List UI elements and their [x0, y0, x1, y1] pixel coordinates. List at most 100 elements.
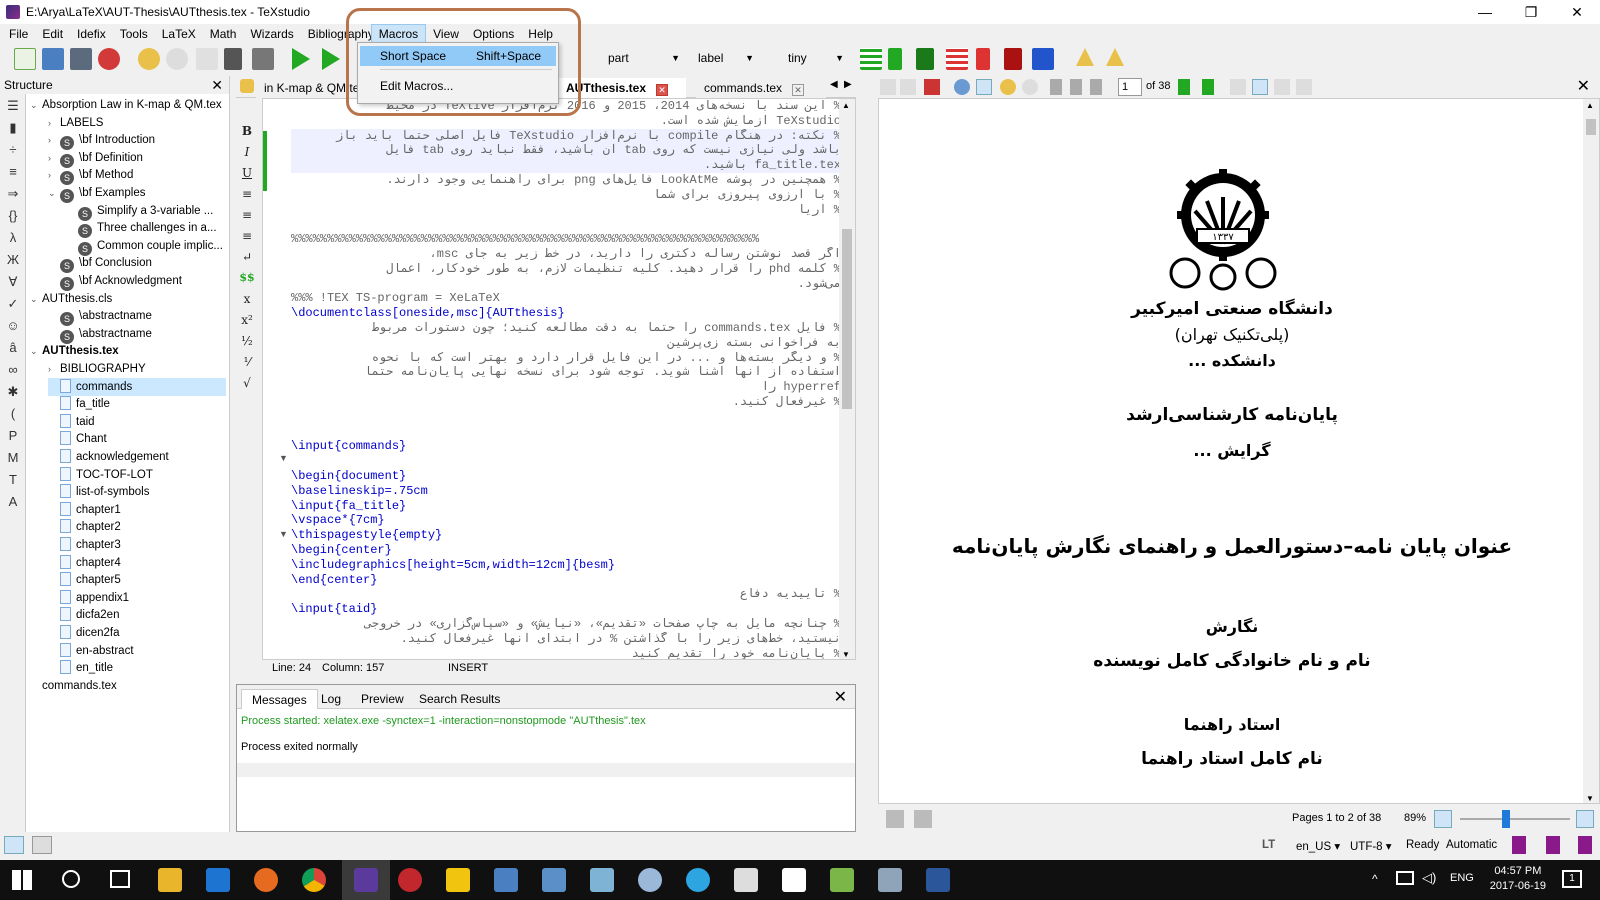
chrome-icon[interactable]: [302, 868, 326, 892]
file-explorer-icon[interactable]: [158, 868, 182, 892]
misc-math-icon[interactable]: ∀: [4, 274, 22, 292]
tree-item[interactable]: S \abstractname: [48, 325, 226, 344]
firefox-icon[interactable]: [254, 868, 278, 892]
pstricks-icon[interactable]: P: [4, 428, 22, 446]
chevron-right-icon[interactable]: ›: [48, 149, 60, 167]
continuous-icon[interactable]: [1296, 79, 1312, 95]
tree-item[interactable]: › S \bf Introduction: [48, 131, 226, 151]
tree-item[interactable]: list-of-symbols: [48, 483, 226, 501]
chevron-right-icon[interactable]: ›: [48, 166, 60, 184]
superscript-icon[interactable]: x²: [238, 313, 256, 331]
menu-item-edit-macros[interactable]: Edit Macros...: [360, 76, 556, 96]
tree-item[interactable]: ⌄ S \bf Examples: [48, 184, 226, 203]
chevron-down-icon[interactable]: ⌄: [30, 96, 42, 114]
tree-item[interactable]: S Simplify a 3-variable ...: [66, 202, 226, 221]
word-icon[interactable]: [926, 868, 950, 892]
single-page-icon[interactable]: [1230, 79, 1246, 95]
part-combo[interactable]: part ▼: [600, 47, 684, 69]
pdf-scrollbar[interactable]: ▲ ▼: [1583, 99, 1599, 803]
chevron-down-icon[interactable]: ⌄: [30, 342, 42, 360]
edge-icon[interactable]: [206, 868, 230, 892]
close-pdf-icon[interactable]: ✕: [1577, 76, 1590, 96]
tree-item[interactable]: chapter5: [48, 571, 226, 589]
tree-item[interactable]: chapter4: [48, 554, 226, 572]
network-icon[interactable]: [1396, 871, 1414, 885]
asymptote-icon[interactable]: A: [4, 494, 22, 512]
table-icon[interactable]: [860, 48, 882, 70]
tree-item[interactable]: ⌄ AUTthesis.cls: [30, 290, 226, 308]
close-tab-icon[interactable]: ✕: [792, 84, 805, 96]
rx-app-icon[interactable]: [398, 868, 422, 892]
clock[interactable]: 04:57 PM 2017-06-19: [1490, 864, 1546, 894]
relations-icon[interactable]: ≡: [4, 164, 22, 182]
editor-scrollbar[interactable]: ▲ ▼: [839, 99, 855, 659]
tree-item[interactable]: fa_title: [48, 395, 226, 413]
delimiters-icon[interactable]: {}: [4, 208, 22, 226]
tab-scroll-right-icon[interactable]: ▶: [844, 79, 852, 90]
math-mode-icon[interactable]: $$: [238, 271, 256, 289]
telegram-icon[interactable]: [686, 868, 710, 892]
fit-width-icon[interactable]: [1252, 79, 1268, 95]
fit-page-icon[interactable]: [1274, 79, 1290, 95]
prev-page-icon[interactable]: [1070, 79, 1082, 95]
back-icon[interactable]: [1000, 79, 1016, 95]
chevron-right-icon[interactable]: ›: [48, 131, 60, 149]
chart-app-icon[interactable]: [830, 868, 854, 892]
italic-icon[interactable]: I: [238, 145, 256, 163]
asterisk-icon[interactable]: ✱: [4, 384, 22, 402]
tree-item[interactable]: appendix1: [48, 589, 226, 607]
tab-scroll-left-icon[interactable]: ◀: [830, 79, 838, 90]
mode-status[interactable]: Automatic: [1446, 839, 1497, 851]
open-file-icon[interactable]: [42, 48, 64, 70]
tab-commands[interactable]: commands.tex ✕: [696, 78, 826, 98]
inline-check-icon[interactable]: [1578, 836, 1592, 854]
code-editor[interactable]: ▼ ▼ % این سند با نسخه‌های 2014، 2015 و 2…: [262, 98, 856, 660]
accents-icon[interactable]: â: [4, 340, 22, 358]
fold-marker[interactable]: ▼: [279, 453, 288, 463]
zoom-tool-icon[interactable]: [954, 79, 970, 95]
align-columns-icon[interactable]: [1032, 48, 1054, 70]
align-center-icon[interactable]: ≡: [238, 208, 256, 226]
toggle-messages-icon[interactable]: [32, 836, 52, 854]
close-structure-icon[interactable]: ✕: [211, 76, 223, 94]
tree-item[interactable]: › S \bf Method: [48, 166, 226, 186]
tree-item[interactable]: en-abstract: [48, 642, 226, 660]
new-file-icon[interactable]: [14, 48, 36, 70]
chevron-down-icon[interactable]: ⌄: [48, 184, 60, 202]
volume-icon[interactable]: ◁): [1422, 870, 1436, 886]
pdf-window-icon[interactable]: [900, 79, 916, 95]
pdf-export-icon[interactable]: [924, 79, 940, 95]
tree-item[interactable]: S Common couple implic...: [66, 237, 226, 256]
add-column-icon[interactable]: [888, 48, 902, 70]
notes-app-icon[interactable]: [590, 868, 614, 892]
toggle-structure-icon[interactable]: [4, 836, 24, 854]
brackets-icon[interactable]: (: [4, 406, 22, 424]
close-window-button[interactable]: ✕: [1554, 0, 1600, 24]
pdf-side-icon[interactable]: [880, 79, 896, 95]
calculator-icon[interactable]: [734, 868, 758, 892]
scroll-down-icon[interactable]: ▼: [1586, 794, 1594, 803]
copy-icon[interactable]: [196, 48, 218, 70]
tree-item[interactable]: S \bf Conclusion: [48, 254, 226, 274]
tree-item[interactable]: chapter1: [48, 501, 226, 519]
underline-icon[interactable]: U: [238, 166, 256, 184]
tikz-icon[interactable]: T: [4, 472, 22, 490]
tree-item[interactable]: ⌄ AUTthesis.tex: [30, 342, 226, 360]
paste-icon[interactable]: [252, 48, 274, 70]
delete-cells-icon[interactable]: [1004, 48, 1022, 70]
cut-icon[interactable]: [224, 48, 242, 70]
build-and-view-icon[interactable]: [292, 48, 310, 70]
close-tab-icon[interactable]: ✕: [656, 84, 669, 96]
next-warning-icon[interactable]: [1106, 48, 1124, 66]
image-app-icon[interactable]: [542, 868, 566, 892]
misc-symbols-icon[interactable]: ✓: [4, 296, 22, 314]
operators-icon[interactable]: ÷: [4, 142, 22, 160]
close-file-icon[interactable]: [98, 48, 120, 70]
tree-item[interactable]: S \bf Acknowledgment: [48, 272, 226, 291]
smiley-icon[interactable]: ☺: [4, 318, 22, 336]
first-page-icon[interactable]: [1050, 79, 1062, 95]
last-page-icon[interactable]: [1202, 79, 1214, 95]
tree-item[interactable]: en_title: [48, 659, 226, 677]
scroll-up-icon[interactable]: ▲: [1586, 101, 1594, 110]
menu-file[interactable]: File: [2, 24, 35, 44]
